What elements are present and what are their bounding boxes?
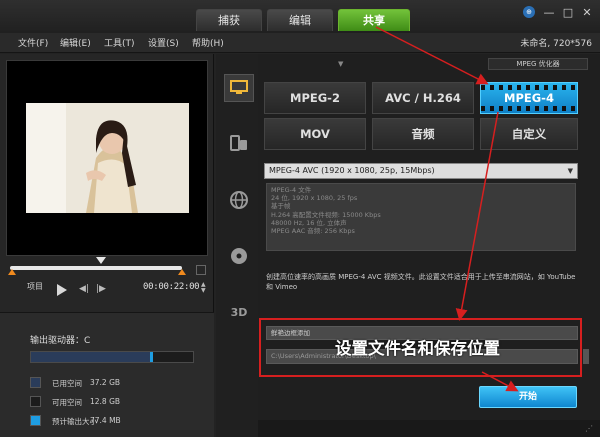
chevron-down-icon: ▼: [567, 167, 573, 175]
mobile-device-icon[interactable]: [224, 129, 254, 157]
next-frame-icon[interactable]: |▶: [96, 284, 106, 294]
detail-line: 48000 Hz, 16 位, 立体声: [271, 218, 347, 227]
menu-tools[interactable]: 工具(T): [104, 36, 135, 49]
fullscreen-icon[interactable]: [196, 265, 206, 275]
playback-controls: 项目 ◀| |▶ 00:00:22:00 ▲ ▼: [0, 279, 214, 304]
detail-line: H.264 高配置文件视频: 15000 Kbps: [271, 210, 381, 219]
video-frame-image: [26, 103, 189, 213]
format-avc-button[interactable]: AVC / H.264: [372, 82, 474, 114]
detail-line: 基于帧: [271, 202, 291, 211]
menu-help[interactable]: 帮助(H): [192, 36, 224, 49]
app-window: 捕获 编辑 共享 ⊕ — □ ✕ 文件(F) 编辑(E) 工具(T) 设置(S)…: [0, 0, 600, 437]
menu-file[interactable]: 文件(F): [18, 36, 48, 49]
legend-value: 12.8 GB: [90, 397, 121, 406]
profile-description: 创建高位速率的高画质 MPEG-4 AVC 视频文件。此设置文件适合用于上传至串…: [266, 273, 576, 291]
timeline-scrubber[interactable]: [10, 266, 182, 270]
drive-usage-bar: [30, 351, 194, 363]
legend-value: 77.4 MB: [90, 416, 121, 425]
legend-swatch: [30, 377, 41, 388]
title-bar: 捕获 编辑 共享 ⊕ — □ ✕: [0, 0, 600, 33]
close-button[interactable]: ✕: [579, 6, 595, 20]
globe-icon[interactable]: [224, 186, 254, 214]
legend-label: 已用空间: [52, 379, 82, 388]
disc-icon[interactable]: [224, 242, 254, 270]
profile-value: MPEG-4 AVC (1920 x 1080, 25p, 15Mbps): [269, 166, 435, 175]
format-mov-button[interactable]: MOV: [264, 118, 366, 150]
detail-line: MPEG AAC 音频: 256 Kbps: [271, 227, 355, 236]
minimize-button[interactable]: —: [541, 6, 557, 20]
legend-swatch: [30, 396, 41, 407]
play-icon[interactable]: [57, 284, 67, 296]
project-info: 未命名, 720*576: [520, 39, 592, 49]
menu-settings[interactable]: 设置(S): [148, 36, 179, 49]
start-button[interactable]: 开始: [479, 386, 577, 408]
output-drive-panel: 输出驱动器：C 已用空间 37.2 GB 可用空间 12.8 GB 预计输出大小…: [0, 312, 214, 437]
timecode-stepper[interactable]: ▲ ▼: [201, 282, 206, 294]
format-custom-button[interactable]: 自定义: [480, 118, 578, 150]
playhead-marker[interactable]: [96, 257, 106, 264]
format-audio-button[interactable]: 音频: [372, 118, 474, 150]
format-mpeg4-label: MPEG-4: [504, 91, 554, 105]
preview-window: [6, 60, 208, 256]
drive-title: 输出驱动器：C: [30, 336, 91, 346]
legend-label: 可用空间: [52, 398, 82, 407]
share-category-sidebar: 3D: [216, 54, 258, 437]
format-mpeg2-button[interactable]: MPEG-2: [264, 82, 366, 114]
legend-value: 37.2 GB: [90, 378, 121, 387]
detail-line: 24 位, 1920 x 1080, 25 fps: [271, 194, 358, 203]
optimizer-label[interactable]: MPEG 优化器: [488, 58, 588, 70]
menu-bar: 文件(F) 编辑(E) 工具(T) 设置(S) 帮助(H) 未命名, 720*5…: [0, 33, 600, 53]
film-strip-bottom: [481, 106, 577, 111]
film-strip-top: [481, 85, 577, 90]
tab-share[interactable]: 共享: [338, 9, 410, 31]
prev-frame-icon[interactable]: ◀|: [79, 284, 89, 294]
profile-dropdown[interactable]: MPEG-4 AVC (1920 x 1080, 25p, 15Mbps) ▼: [264, 163, 578, 179]
tab-edit[interactable]: 编辑: [267, 9, 333, 31]
3d-icon[interactable]: 3D: [224, 298, 254, 326]
legend-swatch: [30, 415, 41, 426]
drive-usage-fill: [31, 352, 153, 362]
trim-end-marker[interactable]: [178, 269, 186, 275]
bottom-status-strip: [258, 420, 600, 437]
format-mpeg4-button[interactable]: MPEG-4: [480, 82, 578, 114]
trim-start-marker[interactable]: [8, 269, 16, 275]
monitor-icon[interactable]: [224, 74, 254, 102]
timecode-display[interactable]: 00:00:22:00: [143, 282, 200, 292]
annotation-text: 设置文件名和保存位置: [335, 339, 500, 358]
globe-help-icon[interactable]: ⊕: [523, 6, 535, 18]
menu-edit[interactable]: 编辑(E): [60, 36, 91, 49]
player-panel: 项目 ◀| |▶ 00:00:22:00 ▲ ▼ 输出驱动器：C 已用空间 37.…: [0, 54, 214, 437]
maximize-button[interactable]: □: [560, 6, 576, 20]
tab-capture[interactable]: 捕获: [196, 9, 262, 31]
browse-button[interactable]: [583, 349, 589, 364]
project-label: 项目: [27, 282, 43, 291]
profile-details: MPEG-4 文件 24 位, 1920 x 1080, 25 fps 基于帧 …: [266, 183, 576, 251]
resize-grip-icon[interactable]: ⋰: [585, 424, 593, 433]
scroll-down-icon[interactable]: ▼: [338, 60, 343, 68]
detail-line: MPEG-4 文件: [271, 186, 312, 194]
